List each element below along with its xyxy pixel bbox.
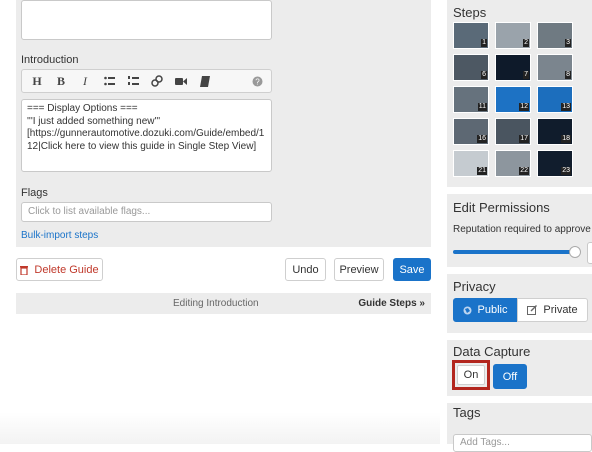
step-thumbnail[interactable]: 3 — [537, 22, 573, 49]
reputation-input[interactable] — [587, 242, 592, 264]
step-number: 21 — [477, 167, 487, 175]
book-icon[interactable] — [193, 70, 217, 92]
private-label: Private — [543, 304, 578, 316]
flags-label: Flags — [21, 187, 48, 199]
intro-line: === Display Options === — [27, 103, 138, 114]
step-number: 16 — [477, 135, 487, 143]
permissions-panel: Edit Permissions Reputation required to … — [447, 194, 592, 267]
step-number: 1 — [481, 39, 487, 47]
data-capture-panel: Data Capture On Off — [447, 340, 592, 396]
video-icon[interactable] — [169, 70, 193, 92]
on-button[interactable]: On — [457, 365, 485, 385]
numbered-list-icon[interactable] — [121, 70, 145, 92]
step-number: 13 — [561, 103, 571, 111]
intro-line: [https://gunnerautomotive.dozuki.com/Gui… — [27, 128, 265, 139]
help-icon[interactable]: ? — [245, 70, 269, 92]
editing-status-bar: Editing Introduction Guide Steps » — [16, 293, 431, 314]
permissions-title: Edit Permissions — [453, 200, 550, 215]
undo-button[interactable]: Undo — [285, 258, 326, 281]
privacy-panel: Privacy Public Private — [447, 274, 592, 333]
step-number: 23 — [561, 167, 571, 175]
intro-line: 12|Click here to view this guide in Sing… — [27, 140, 257, 152]
reputation-slider-handle[interactable] — [569, 246, 581, 258]
off-button[interactable]: Off — [493, 364, 527, 389]
public-button[interactable]: Public — [453, 298, 517, 322]
trash-icon — [20, 265, 29, 275]
step-text-area[interactable] — [21, 0, 272, 40]
preview-button[interactable]: Preview — [334, 258, 384, 281]
page-bottom-fade — [0, 412, 440, 444]
privacy-title: Privacy — [453, 279, 496, 294]
step-thumbnail[interactable]: 8 — [537, 54, 573, 81]
step-thumbnail[interactable]: 12 — [495, 86, 531, 113]
step-number: 22 — [519, 167, 529, 175]
step-thumbnail[interactable]: 7 — [495, 54, 531, 81]
intro-line: '''I just added something new''' — [27, 115, 161, 127]
bulk-import-link[interactable]: Bulk-import steps — [21, 230, 98, 241]
step-number: 17 — [519, 135, 529, 143]
bulleted-list-icon[interactable] — [97, 70, 121, 92]
tags-input[interactable]: Add Tags... — [453, 434, 592, 452]
step-number: 8 — [565, 71, 571, 79]
tags-title: Tags — [453, 405, 481, 420]
private-button[interactable]: Private — [517, 298, 588, 322]
step-thumbnail[interactable]: 2 — [495, 22, 531, 49]
step-number: 12 — [519, 103, 529, 111]
step-thumbnail[interactable]: 22 — [495, 150, 531, 177]
delete-guide-button[interactable]: Delete Guide — [16, 258, 103, 281]
step-thumbnail[interactable]: 17 — [495, 118, 531, 145]
bold-button[interactable]: B — [49, 70, 73, 92]
editor-panel: Introduction H B I ? === Display Options… — [16, 0, 431, 247]
step-number: 6 — [481, 71, 487, 79]
flags-input[interactable]: Click to list available flags... — [21, 202, 272, 222]
delete-label: Delete Guide — [34, 263, 99, 276]
globe-icon — [463, 306, 472, 314]
step-thumbnail[interactable]: 18 — [537, 118, 573, 145]
step-thumbnail[interactable]: 16 — [453, 118, 489, 145]
step-thumbnail[interactable]: 23 — [537, 150, 573, 177]
steps-panel: Steps 1 2 3 6 7 8 11 12 13 16 17 18 21 22 23 — [447, 0, 592, 187]
step-thumbnail[interactable]: 21 — [453, 150, 489, 177]
formatting-toolbar: H B I ? — [21, 69, 272, 93]
intro-label: Introduction — [21, 54, 79, 66]
svg-text:?: ? — [255, 77, 260, 86]
reputation-slider-track[interactable] — [453, 250, 575, 254]
guide-steps-link[interactable]: Guide Steps » — [358, 298, 425, 309]
step-thumbnail[interactable]: 6 — [453, 54, 489, 81]
step-number: 7 — [523, 71, 529, 79]
intro-textarea[interactable]: === Display Options === '''I just added … — [21, 99, 272, 172]
permissions-text: Reputation required to approve e — [453, 224, 592, 235]
editing-status: Editing Introduction — [173, 298, 259, 309]
edit-icon — [527, 305, 538, 315]
flags-placeholder: Click to list available flags... — [28, 206, 151, 217]
step-number: 11 — [477, 103, 487, 111]
step-thumbnail[interactable]: 11 — [453, 86, 489, 113]
step-thumbnail[interactable]: 13 — [537, 86, 573, 113]
save-button[interactable]: Save — [393, 258, 431, 281]
step-number: 3 — [565, 39, 571, 47]
heading-button[interactable]: H — [25, 70, 49, 92]
link-icon[interactable] — [145, 70, 169, 92]
step-number: 18 — [561, 135, 571, 143]
tags-panel: Tags Add Tags... — [447, 403, 592, 452]
step-number: 2 — [523, 39, 529, 47]
data-capture-title: Data Capture — [453, 344, 531, 359]
public-label: Public — [477, 304, 508, 316]
tags-placeholder: Add Tags... — [460, 437, 510, 448]
steps-title: Steps — [453, 5, 487, 20]
step-thumbnail[interactable]: 1 — [453, 22, 489, 49]
italic-button[interactable]: I — [73, 70, 97, 92]
